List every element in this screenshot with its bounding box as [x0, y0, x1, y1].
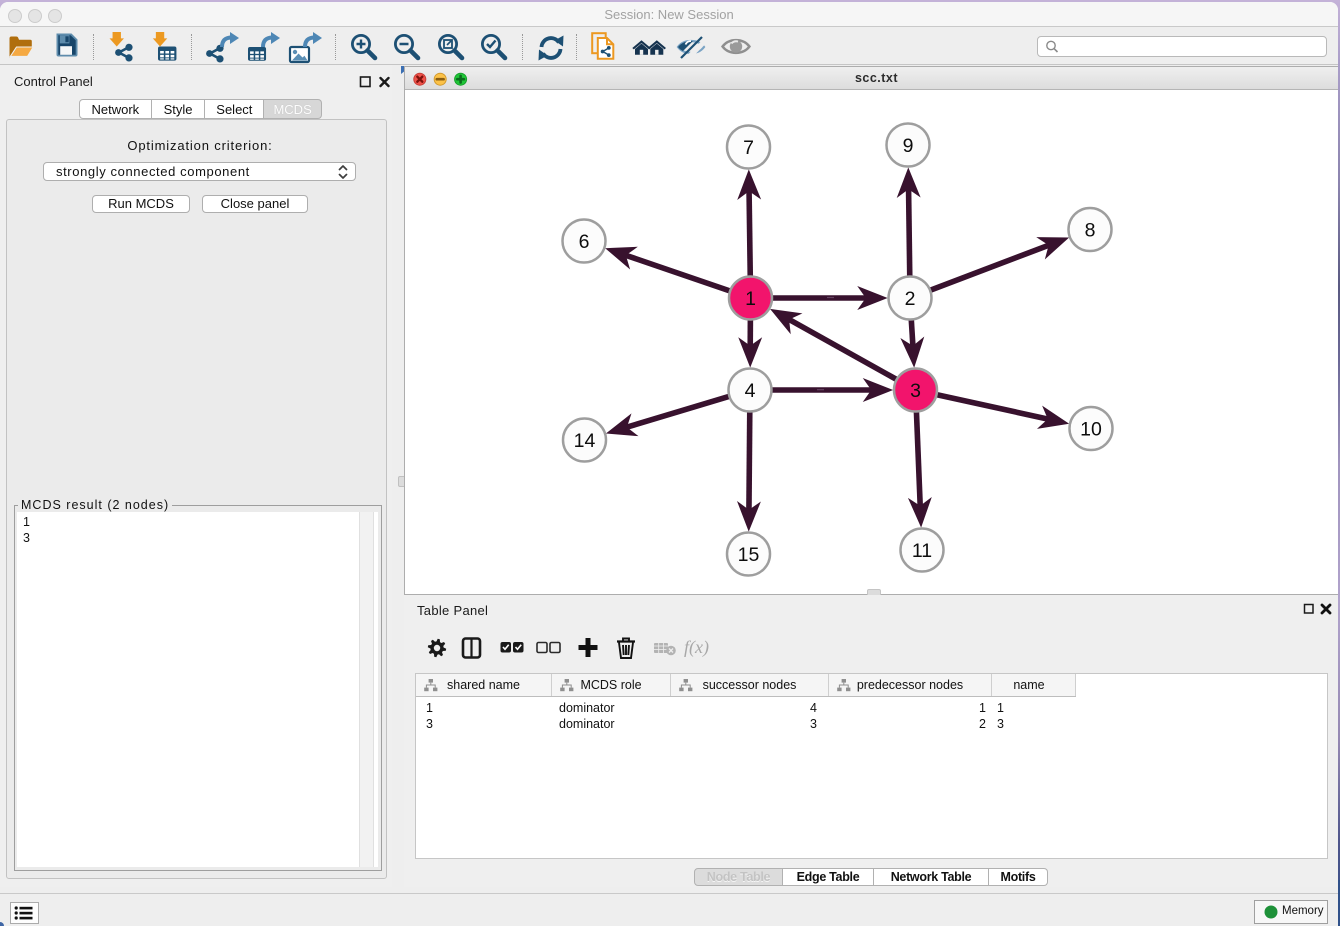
svg-text:2: 2 — [905, 288, 916, 310]
svg-text:15: 15 — [738, 544, 760, 566]
svg-text:10: 10 — [1080, 419, 1102, 441]
svg-text:14: 14 — [574, 430, 596, 452]
svg-text:4: 4 — [745, 380, 756, 402]
svg-text:9: 9 — [903, 135, 914, 157]
svg-text:11: 11 — [912, 540, 932, 562]
svg-text:7: 7 — [743, 137, 754, 159]
svg-text:8: 8 — [1085, 220, 1096, 242]
svg-text:3: 3 — [910, 380, 921, 402]
svg-text:6: 6 — [579, 231, 590, 253]
svg-text:1: 1 — [745, 288, 756, 310]
